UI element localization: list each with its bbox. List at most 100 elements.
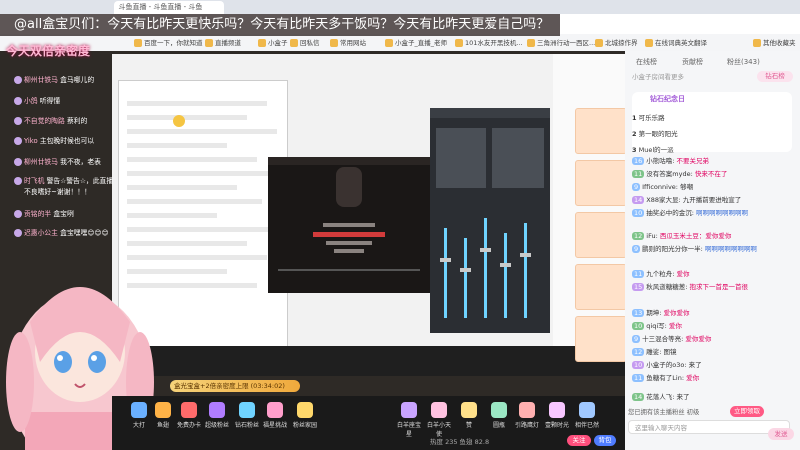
ad-card[interactable] [575,212,627,258]
gift-item[interactable]: 超级粉丝 [204,402,230,429]
bookmark-icon [258,39,266,47]
fan-prompt: 您已拥有该主播粉丝 初级 [628,409,700,416]
chat-message: 12 iFu: 西瓜玉米土豆：爱你爱你 [632,232,732,240]
gift-item[interactable]: 免费办卡 [176,402,202,429]
bookmark-icon [527,39,535,47]
tab-title: 斗鱼直播 - 斗鱼直播 - 斗鱼 [118,3,203,11]
danmaku-item: 柳州廿铁马 盒马哪儿的 [14,74,94,84]
gift-item[interactable]: 赞 [456,402,482,429]
chat-message: 16 小熊咕噜: 不要关兄弟 [632,157,710,165]
audio-mixer-window [430,108,550,333]
gift-item[interactable]: 粉丝家园 [292,402,318,429]
chat-message: 10 qiqi写: 爱你 [632,322,682,330]
bookmark-item[interactable]: 101水友开黑技机... [455,37,523,47]
panel-notice: 小盒子房间看更多 [632,73,684,81]
bookmarks-bar: 百度一下，你就知道 直播频道 小盒子 回私信 常用网站 小盒子_直播_老师 10… [0,34,800,52]
video-titlebar [268,157,430,165]
follow-button[interactable]: 关注 [567,435,591,446]
danmaku-item: Yiko 主包晚时候也可以 [14,135,94,145]
user-avatar-icon [14,117,22,125]
bookmark-icon [205,39,213,47]
rank-item[interactable]: 2 第一眼的阳光 [632,128,678,138]
badge-title: 钻石纪念日 [650,95,685,103]
bookmark-item[interactable]: 小盒子 [258,37,288,47]
gift-item[interactable]: 白羊座宝星 [396,402,422,438]
ad-card[interactable] [575,108,627,154]
chat-message: 12 雕娑: 图镜 [632,348,677,356]
gift-icon [209,402,225,418]
gift-icon [401,402,417,418]
send-button[interactable]: 发送 [768,428,794,440]
chat-message: 9 鹏则的阳光分你一半: 啊啊啊啊啊啊啊啊 [632,245,757,253]
claim-button[interactable]: 立即领取 [730,406,764,417]
gift-icon [579,402,595,418]
chat-message: 11 没有答案myde: 快来不在了 [632,170,728,178]
bookmark-item[interactable]: 回私信 [290,37,320,47]
bookmark-item[interactable]: 其他收藏夹 [753,37,796,47]
video-frame [278,167,420,271]
announcement-banner: @all盒宝贝们：今天有比昨天更快乐吗？今天有比昨天多干饭吗？今天有比昨天更爱自… [0,14,560,36]
gift-icon [155,402,171,418]
bookmark-item[interactable]: 在线词典英文翻译 [645,37,707,47]
user-avatar-icon [14,210,22,218]
donation-progress-bar[interactable]: 盒光宝盒+2倍亲密度上限 (03:34:02) [170,380,300,392]
desktop-taskbar [112,346,625,376]
mixer-faders [430,108,550,318]
gift-item[interactable]: 引路鹰灯 [514,402,540,429]
gift-icon [519,402,535,418]
tab-contribution[interactable]: 贡献榜 [682,57,703,67]
chat-message: 13 期坤: 爱你爱你 [632,309,690,317]
bookmark-item[interactable]: 小盒子_直播_老师 [385,37,447,47]
chat-message: 10 抽奖必中的金沉: 啊啊啊啊啊啊啊啊 [632,209,749,217]
ad-card[interactable] [575,316,627,362]
user-avatar-icon [14,97,22,105]
danmaku-item: 柳州廿铁马 我不夜，老表 [14,156,101,166]
gift-icon [431,402,447,418]
bookmark-icon [134,39,142,47]
diamond-rank-button[interactable]: 钻石榜 [757,71,793,82]
ad-card[interactable] [575,264,627,310]
gift-item[interactable]: 相伴已然 [574,402,600,429]
tab-online-list[interactable]: 在线榜 [636,57,657,67]
danmaku-item: 时飞机 警告☆警告☆，此直播 [14,175,113,185]
stream-banner-title: 今天双倍亲密度 [6,44,91,58]
rank-item[interactable]: 3 Muel的一派 [632,144,674,154]
backpack-button[interactable]: 背包 [594,435,616,446]
gift-item[interactable]: 大打 [126,402,152,429]
embedded-video [268,157,430,293]
gift-item[interactable]: 壹颗时光 [544,402,570,429]
gift-item[interactable]: 钻石粉丝 [234,402,260,429]
chat-message: 14 X88家大显: 九开播前要进啦宣了 [632,196,742,204]
bookmark-item[interactable]: 北城掠作界 [595,37,638,47]
gift-icon [491,402,507,418]
gift-icon [239,402,255,418]
danmaku-item: 不良嗜好~谢谢！！！ [24,188,91,196]
chat-message: 11 九个粒舟: 爱你 [632,270,690,278]
tab-fans[interactable]: 粉丝(343) [727,57,760,67]
gift-item[interactable]: 圆瓶 [486,402,512,429]
chat-input[interactable]: 这里输入聊天内容 [628,420,790,434]
bookmark-icon [290,39,298,47]
chat-message: 9 十三混合等亮: 爱你爱你 [632,335,712,343]
user-avatar-icon [14,137,22,145]
browser-tab[interactable]: 斗鱼直播 - 斗鱼直播 - 斗鱼 [114,1,224,14]
danmaku-item: 小鸽 听得懂 [14,95,60,105]
chat-message: 11 鱼糖有了Lin: 爱你 [632,374,700,382]
gift-item[interactable]: 福星挑战 [262,402,288,429]
bookmark-item[interactable]: 百度一下，你就知道 [134,37,203,47]
chat-message: 15 秋风逝糖糖葱: 抱求下一首是一首很 [632,283,749,291]
bookmark-item[interactable]: 常用网站 [330,37,366,47]
bookmark-item[interactable]: 三角洲行动一西区... [527,37,595,47]
bookmark-icon [645,39,653,47]
stream-stats: 热度 235 鱼翅 82.8 [430,438,490,446]
gift-item[interactable]: 白羊小天使 [426,402,452,438]
user-avatar-icon [14,158,22,166]
danmaku-item: 贡铭的半 盒宝咧 [14,208,74,218]
bookmark-item[interactable]: 直播频道 [205,37,241,47]
bookmark-icon [595,39,603,47]
bookmark-icon [330,39,338,47]
chat-message: 9 Ifficonnive: 够嘲 [632,183,694,191]
rank-item[interactable]: 1 可乐乐路 [632,112,665,122]
gift-item[interactable]: 鱼翅 [150,402,176,429]
ad-card[interactable] [575,160,627,206]
